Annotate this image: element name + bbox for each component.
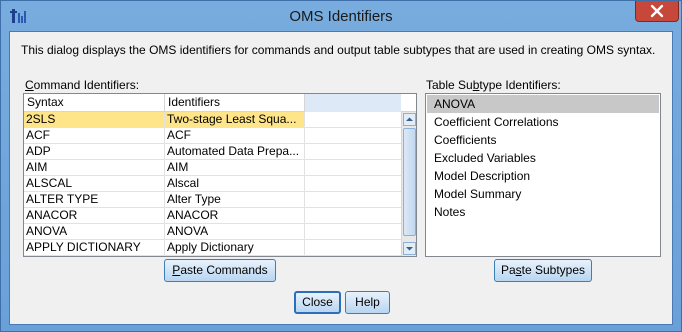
accelerator-key: C — [25, 78, 34, 92]
empty-cell — [305, 128, 401, 144]
table-row[interactable]: 2SLS Two-stage Least Squa... — [24, 112, 401, 128]
help-button[interactable]: Help — [345, 291, 390, 314]
table-row[interactable]: ACF ACF — [24, 128, 401, 144]
syntax-cell: ADP — [24, 144, 165, 160]
command-identifiers-label: Command Identifiers: — [25, 78, 139, 92]
scroll-up-button[interactable] — [403, 113, 416, 126]
label-text: Table Su — [426, 78, 473, 92]
syntax-cell: ALTER TYPE — [24, 192, 165, 208]
empty-cell — [305, 224, 401, 240]
paste-subtypes-button[interactable]: Paste Subtypes — [494, 259, 592, 282]
table-row[interactable]: ADP Automated Data Prepa... — [24, 144, 401, 160]
vertical-scrollbar[interactable] — [401, 112, 416, 256]
table-header: Syntax Identifiers — [24, 94, 416, 112]
table-row[interactable]: ANOVA ANOVA — [24, 224, 401, 240]
list-item[interactable]: Model Description — [427, 167, 659, 185]
close-button[interactable]: Close — [294, 291, 341, 314]
list-item[interactable]: Notes — [427, 203, 659, 221]
column-header-identifiers[interactable]: Identifiers — [165, 94, 305, 112]
scroll-down-button[interactable] — [403, 242, 416, 255]
table-row[interactable]: ANACOR ANACOR — [24, 208, 401, 224]
empty-cell — [305, 240, 401, 256]
table-row[interactable]: ALTER TYPE Alter Type — [24, 192, 401, 208]
identifier-cell: ACF — [165, 128, 305, 144]
dialog-body: This dialog displays the OMS identifiers… — [9, 31, 673, 325]
column-header-syntax[interactable]: Syntax — [24, 94, 165, 112]
paste-commands-button[interactable]: Paste Commands — [164, 259, 276, 282]
syntax-cell: APPLY DICTIONARY — [24, 240, 165, 256]
syntax-cell: ANACOR — [24, 208, 165, 224]
list-item[interactable]: ANOVA — [427, 95, 659, 113]
arrow-down-icon — [406, 247, 413, 251]
identifier-cell: ANOVA — [165, 224, 305, 240]
identifier-cell: Alscal — [165, 176, 305, 192]
scrollbar-thumb[interactable] — [403, 128, 416, 236]
table-row[interactable]: ALSCAL Alscal — [24, 176, 401, 192]
column-header-empty — [305, 94, 401, 112]
list-item[interactable]: Coefficient Correlations — [427, 113, 659, 131]
arrow-up-icon — [406, 117, 413, 121]
identifier-cell: ANACOR — [165, 208, 305, 224]
close-icon — [650, 4, 664, 18]
list-item[interactable]: Model Summary — [427, 185, 659, 203]
identifier-cell: Alter Type — [165, 192, 305, 208]
syntax-cell: ALSCAL — [24, 176, 165, 192]
table-subtype-label: Table Subtype Identifiers: — [426, 78, 561, 92]
window-title: OMS Identifiers — [289, 8, 393, 25]
syntax-cell: ACF — [24, 128, 165, 144]
empty-cell — [305, 112, 401, 128]
dialog-description: This dialog displays the OMS identifiers… — [21, 43, 656, 57]
button-label: te Subtypes — [521, 263, 586, 277]
identifier-cell: Two-stage Least Squa... — [165, 112, 305, 128]
table-row[interactable]: AIM AIM — [24, 160, 401, 176]
empty-cell — [305, 208, 401, 224]
empty-cell — [305, 160, 401, 176]
button-label: Pa — [500, 263, 516, 277]
identifier-cell: Automated Data Prepa... — [165, 144, 305, 160]
table-subtype-list[interactable]: ANOVA Coefficient Correlations Coefficient… — [425, 93, 661, 257]
button-label: aste Commands — [180, 263, 268, 277]
identifier-cell: Apply Dictionary — [165, 240, 305, 256]
list-item[interactable]: Excluded Variables — [427, 149, 659, 167]
identifier-cell: AIM — [165, 160, 305, 176]
oms-identifiers-dialog: OMS Identifiers This dialog displays the… — [0, 0, 682, 332]
list-item[interactable]: Coefficients — [427, 131, 659, 149]
syntax-cell: 2SLS — [24, 112, 165, 128]
window-close-button[interactable] — [635, 1, 679, 22]
syntax-cell: ANOVA — [24, 224, 165, 240]
command-identifiers-table[interactable]: Syntax Identifiers 2SLS Two-stage Least S… — [23, 93, 417, 257]
empty-cell — [305, 192, 401, 208]
label-text: type Identifiers: — [479, 78, 561, 92]
empty-cell — [305, 176, 401, 192]
label-text: ommand Identifiers: — [33, 78, 140, 92]
syntax-cell: AIM — [24, 160, 165, 176]
empty-cell — [305, 144, 401, 160]
title-bar[interactable]: OMS Identifiers — [1, 1, 681, 31]
table-row[interactable]: APPLY DICTIONARY Apply Dictionary — [24, 240, 401, 256]
